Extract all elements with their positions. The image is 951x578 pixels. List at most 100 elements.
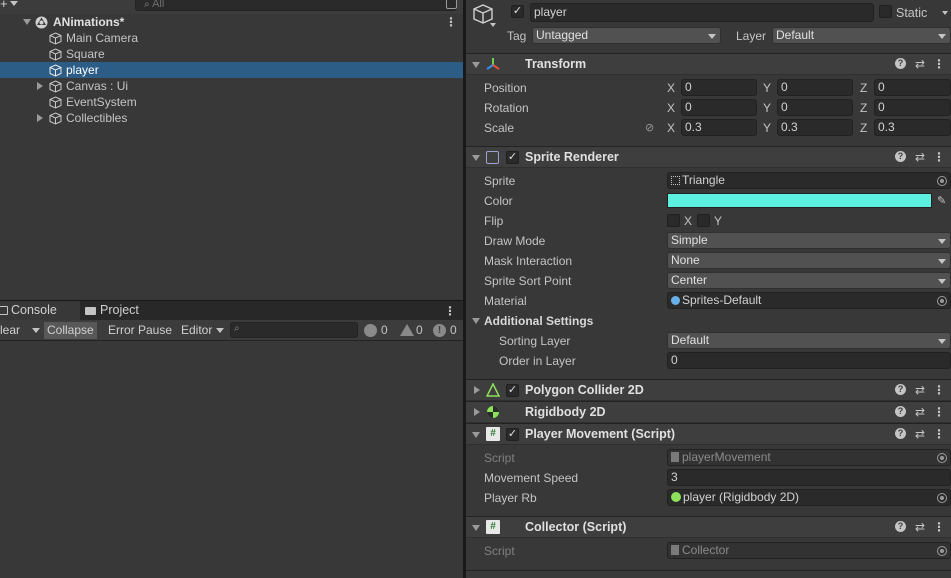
hierarchy-item-eventsystem[interactable]: EventSystem xyxy=(0,94,463,110)
hierarchy-item-main-camera[interactable]: Main Camera xyxy=(0,30,463,46)
kebab-menu-icon[interactable]: ⋮ xyxy=(933,380,945,400)
object-name-field[interactable]: player xyxy=(530,3,874,22)
clear-button[interactable]: lear xyxy=(0,322,23,339)
presets-icon[interactable]: ⇄ xyxy=(915,380,925,400)
scene-visibility-icon[interactable] xyxy=(446,0,457,9)
fold-down-icon[interactable] xyxy=(23,19,31,25)
flip-x-checkbox[interactable] xyxy=(667,214,680,227)
fold-right-icon[interactable] xyxy=(37,114,43,122)
order-in-layer-field[interactable]: 0 xyxy=(667,352,951,369)
axis-y-label[interactable]: Y xyxy=(763,98,775,118)
position-z-field[interactable]: 0 xyxy=(874,79,951,96)
rigidbody-header[interactable]: Rigidbody 2D ? ⇄ ⋮ xyxy=(466,401,951,423)
kebab-menu-icon[interactable]: ⋮ xyxy=(933,147,945,167)
enabled-checkbox[interactable]: ✓ xyxy=(506,151,519,164)
scene-root-row[interactable]: ANimations* ⋮ xyxy=(0,14,463,30)
kebab-menu-icon[interactable]: ⋮ xyxy=(444,305,456,317)
additional-settings-row[interactable]: Additional Settings xyxy=(466,311,951,331)
flip-y-checkbox[interactable] xyxy=(697,214,710,227)
tag-dropdown[interactable]: Untagged xyxy=(532,27,721,44)
rotation-y-field[interactable]: 0 xyxy=(777,99,853,116)
object-picker-icon[interactable] xyxy=(937,493,947,503)
static-dropdown-icon[interactable] xyxy=(942,11,948,15)
warning-icon[interactable] xyxy=(400,324,414,336)
enabled-checkbox[interactable]: ✓ xyxy=(506,384,519,397)
position-x-field[interactable]: 0 xyxy=(681,79,757,96)
add-icon[interactable]: + xyxy=(0,0,8,11)
axis-y-label[interactable]: Y xyxy=(763,118,775,138)
fold-right-icon[interactable] xyxy=(37,82,43,90)
sorting-layer-dropdown[interactable]: Default xyxy=(667,332,951,349)
fold-right-icon[interactable] xyxy=(474,386,480,394)
scale-y-field[interactable]: 0.3 xyxy=(777,119,853,136)
fold-down-icon[interactable] xyxy=(472,525,480,531)
kebab-menu-icon[interactable]: ⋮ xyxy=(933,54,945,74)
hierarchy-item-canvas[interactable]: Canvas : Ui xyxy=(0,78,463,94)
icon-dropdown-icon[interactable] xyxy=(490,23,496,27)
rotation-z-field[interactable]: 0 xyxy=(874,99,951,116)
mask-interaction-dropdown[interactable]: None xyxy=(667,252,951,269)
fold-down-icon[interactable] xyxy=(472,155,480,161)
help-icon[interactable]: ? xyxy=(895,406,906,417)
player-rb-object-field[interactable]: player (Rigidbody 2D) xyxy=(667,489,951,506)
info-log-icon[interactable] xyxy=(364,324,377,337)
help-icon[interactable]: ? xyxy=(895,384,906,395)
help-icon[interactable]: ? xyxy=(895,521,906,532)
hierarchy-search-input[interactable]: ⌕ All xyxy=(135,0,457,11)
fold-right-icon[interactable] xyxy=(474,408,480,416)
player-movement-header[interactable]: # ✓ Player Movement (Script) ? ⇄ ⋮ xyxy=(466,423,951,445)
error-icon[interactable]: ! xyxy=(433,324,446,337)
polygon-collider-header[interactable]: ✓ Polygon Collider 2D ? ⇄ ⋮ xyxy=(466,379,951,401)
fold-down-icon[interactable] xyxy=(472,62,480,68)
kebab-menu-icon[interactable]: ⋮ xyxy=(933,402,945,422)
help-icon[interactable]: ? xyxy=(895,58,906,69)
axis-x-label[interactable]: X xyxy=(667,118,679,138)
axis-z-label[interactable]: Z xyxy=(860,118,872,138)
material-object-field[interactable]: Sprites-Default xyxy=(667,292,951,309)
sprite-object-field[interactable]: Triangle xyxy=(667,172,951,189)
static-checkbox[interactable] xyxy=(879,5,892,18)
hierarchy-item-square[interactable]: Square xyxy=(0,46,463,62)
scale-x-field[interactable]: 0.3 xyxy=(681,119,757,136)
error-pause-button[interactable]: Error Pause xyxy=(105,322,175,339)
console-search-input[interactable]: ⌕ xyxy=(230,322,358,338)
add-dropdown-icon[interactable] xyxy=(10,1,18,6)
editor-dropdown[interactable]: Editor xyxy=(178,322,215,339)
layer-dropdown[interactable]: Default xyxy=(772,27,951,44)
object-picker-icon[interactable] xyxy=(937,296,947,306)
sort-point-dropdown[interactable]: Center xyxy=(667,272,951,289)
active-checkbox[interactable]: ✓ xyxy=(511,5,524,18)
link-broken-icon[interactable]: ⊘ xyxy=(645,118,654,138)
draw-mode-dropdown[interactable]: Simple xyxy=(667,232,951,249)
object-picker-icon[interactable] xyxy=(937,176,947,186)
fold-down-icon[interactable] xyxy=(472,318,480,324)
eyedropper-icon[interactable]: ✎ xyxy=(937,191,946,211)
axis-z-label[interactable]: Z xyxy=(860,98,872,118)
axis-x-label[interactable]: X xyxy=(667,78,679,98)
help-icon[interactable]: ? xyxy=(895,428,906,439)
color-swatch[interactable] xyxy=(667,193,932,208)
movement-speed-field[interactable]: 3 xyxy=(667,469,951,486)
kebab-menu-icon[interactable]: ⋮ xyxy=(445,16,457,28)
axis-y-label[interactable]: Y xyxy=(763,78,775,98)
kebab-menu-icon[interactable]: ⋮ xyxy=(933,424,945,444)
fold-down-icon[interactable] xyxy=(472,432,480,438)
collapse-button[interactable]: Collapse xyxy=(44,322,97,339)
tab-project[interactable]: Project xyxy=(82,301,162,320)
clear-dropdown-icon[interactable] xyxy=(32,328,40,333)
presets-icon[interactable]: ⇄ xyxy=(915,402,925,422)
transform-header[interactable]: Transform ? ⇄ ⋮ xyxy=(466,53,951,75)
tab-console[interactable]: Console xyxy=(0,301,80,320)
sprite-renderer-header[interactable]: ✓ Sprite Renderer ? ⇄ ⋮ xyxy=(466,146,951,168)
presets-icon[interactable]: ⇄ xyxy=(915,424,925,444)
rotation-x-field[interactable]: 0 xyxy=(681,99,757,116)
help-icon[interactable]: ? xyxy=(895,151,906,162)
axis-z-label[interactable]: Z xyxy=(860,78,872,98)
hierarchy-item-collectibles[interactable]: Collectibles xyxy=(0,110,463,126)
presets-icon[interactable]: ⇄ xyxy=(915,517,925,537)
enabled-checkbox[interactable]: ✓ xyxy=(506,428,519,441)
position-y-field[interactable]: 0 xyxy=(777,79,853,96)
kebab-menu-icon[interactable]: ⋮ xyxy=(933,517,945,537)
hierarchy-item-player[interactable]: player xyxy=(0,62,463,78)
axis-x-label[interactable]: X xyxy=(667,98,679,118)
